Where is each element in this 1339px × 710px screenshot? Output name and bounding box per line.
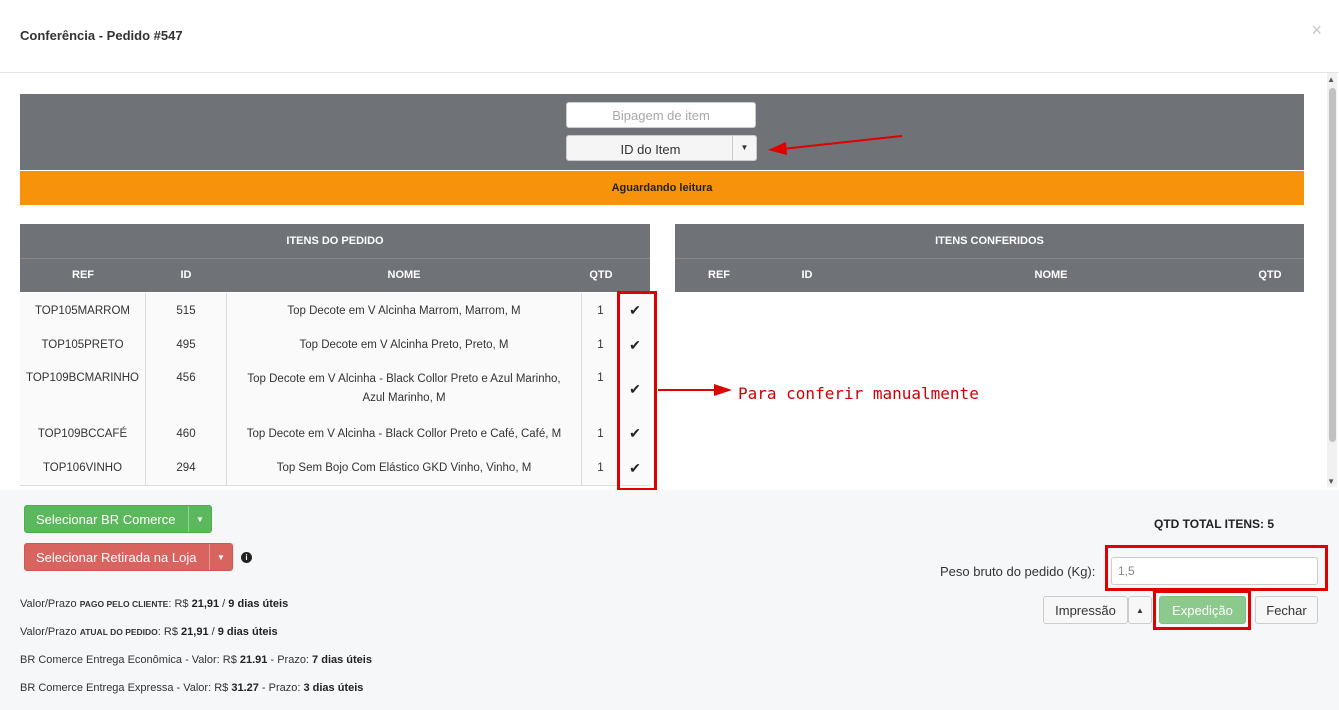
shipping-slash: / bbox=[208, 626, 218, 638]
cell-ref: TOP105PRETO bbox=[20, 328, 146, 362]
cell-name: Top Sem Bojo Com Elástico GKD Vinho, Vin… bbox=[227, 451, 582, 485]
shipping-mid: - Prazo: bbox=[258, 682, 304, 694]
shipping-tag: ATUAL DO PEDIDO bbox=[79, 627, 158, 637]
scan-mode-value: ID do Item bbox=[620, 142, 681, 157]
shipping-days: 7 dias úteis bbox=[312, 654, 372, 666]
annotation-note: Para conferir manualmente bbox=[738, 384, 979, 403]
select-pickup-button[interactable]: Selecionar Retirada na Loja ▼ bbox=[24, 543, 233, 571]
shipping-sep: : R$ bbox=[157, 626, 182, 638]
shipping-days: 3 dias úteis bbox=[303, 682, 364, 694]
scrollbar-thumb[interactable] bbox=[1329, 88, 1336, 442]
modal-header: Conferência - Pedido #547 × bbox=[0, 0, 1339, 73]
caret-down-icon[interactable]: ▼ bbox=[188, 506, 211, 532]
cell-ref: TOP109BCCAFÉ bbox=[20, 416, 146, 451]
shipping-economy: BR Comerce Entrega Econômica - Valor: R$… bbox=[20, 654, 372, 666]
shipping-label: BR Comerce Entrega Econômica - Valor: R$ bbox=[20, 654, 240, 666]
annotation-box-weight bbox=[1105, 545, 1328, 591]
scroll-down-arrow-icon[interactable]: ▼ bbox=[1327, 477, 1335, 486]
close-label: Fechar bbox=[1266, 603, 1307, 618]
item-scan-input[interactable] bbox=[566, 102, 756, 128]
column-header-id: ID bbox=[801, 269, 813, 281]
cell-qty: 1 bbox=[582, 416, 620, 451]
table-row: TOP105MARROM 515 Top Decote em V Alcinha… bbox=[20, 293, 650, 329]
close-icon[interactable]: × bbox=[1311, 20, 1322, 41]
column-header-qty: QTD bbox=[589, 269, 613, 281]
cell-ref: TOP109BCMARINHO bbox=[20, 362, 146, 416]
column-header-id: ID bbox=[180, 269, 192, 281]
annotation-box-checks bbox=[617, 291, 657, 491]
info-icon[interactable]: i bbox=[241, 552, 252, 563]
print-label: Impressão bbox=[1055, 603, 1116, 618]
table-row: TOP109BCCAFÉ 460 Top Decote em V Alcinha… bbox=[20, 416, 650, 452]
scan-panel: ID do Item ▼ bbox=[20, 94, 1304, 170]
shipping-label: Valor/Prazo bbox=[20, 626, 80, 638]
select-carrier-button[interactable]: Selecionar BR Comerce ▼ bbox=[24, 505, 212, 533]
close-button[interactable]: Fechar bbox=[1255, 596, 1318, 624]
shipping-value: 21,91 bbox=[191, 598, 220, 610]
shipping-express: BR Comerce Entrega Expressa - Valor: R$ … bbox=[20, 682, 363, 694]
annotation-box-dispatch bbox=[1153, 590, 1251, 630]
cell-qty: 1 bbox=[582, 293, 620, 328]
scan-mode-select[interactable]: ID do Item ▼ bbox=[566, 135, 757, 161]
order-items-header: ITENS DO PEDIDO REF ID NOME QTD bbox=[20, 224, 650, 292]
scan-status-bar: Aguardando leitura bbox=[20, 171, 1304, 205]
checked-items-title: ITENS CONFERIDOS bbox=[675, 224, 1304, 259]
column-header-ref: REF bbox=[708, 269, 730, 281]
shipping-current-order: Valor/Prazo ATUAL DO PEDIDO: R$ 21,91 / … bbox=[20, 626, 278, 638]
shipping-days: 9 dias úteis bbox=[228, 598, 289, 610]
column-header-name: NOME bbox=[1034, 269, 1068, 281]
order-items-title: ITENS DO PEDIDO bbox=[20, 224, 650, 259]
shipping-value: 21.91 bbox=[239, 654, 268, 666]
cell-name: Top Decote em V Alcinha - Black Collor P… bbox=[227, 362, 582, 416]
cell-id: 515 bbox=[146, 293, 227, 328]
column-header-ref: REF bbox=[72, 269, 94, 281]
table-row: TOP105PRETO 495 Top Decote em V Alcinha … bbox=[20, 328, 650, 363]
shipping-paid-by-customer: Valor/Prazo PAGO PELO CLIENTE: R$ 21,91 … bbox=[20, 598, 288, 610]
cell-name: Top Decote em V Alcinha - Black Collor P… bbox=[227, 416, 582, 451]
shipping-value: 31.27 bbox=[231, 682, 259, 694]
total-items: QTD TOTAL ITENS: 5 bbox=[1154, 517, 1275, 531]
column-header-qty: QTD bbox=[1258, 269, 1282, 281]
cell-qty: 1 bbox=[582, 328, 620, 362]
cell-name: Top Decote em V Alcinha Preto, Preto, M bbox=[227, 328, 582, 362]
print-button[interactable]: Impressão bbox=[1043, 596, 1128, 624]
modal-title: Conferência - Pedido #547 bbox=[20, 28, 183, 43]
scroll-up-arrow-icon[interactable]: ▲ bbox=[1327, 75, 1335, 84]
shipping-label: BR Comerce Entrega Expressa - Valor: R$ bbox=[20, 682, 232, 694]
shipping-label: Valor/Prazo bbox=[20, 598, 80, 610]
cell-id: 294 bbox=[146, 451, 227, 485]
cell-qty: 1 bbox=[582, 451, 620, 485]
shipping-value: 21,91 bbox=[181, 626, 209, 638]
cell-qty: 1 bbox=[582, 362, 620, 416]
cell-ref: TOP106VINHO bbox=[20, 451, 146, 485]
select-pickup-label: Selecionar Retirada na Loja bbox=[36, 550, 197, 565]
cell-id: 460 bbox=[146, 416, 227, 451]
cell-ref: TOP105MARROM bbox=[20, 293, 146, 328]
checked-items-header: ITENS CONFERIDOS REF ID NOME QTD bbox=[675, 224, 1304, 292]
caret-up-icon: ▲ bbox=[1136, 606, 1144, 615]
annotation-arrow-checks bbox=[658, 384, 732, 396]
shipping-mid: - Prazo: bbox=[267, 654, 313, 666]
cell-id: 495 bbox=[146, 328, 227, 362]
cell-id-text: 456 bbox=[176, 372, 196, 384]
select-carrier-label: Selecionar BR Comerce bbox=[36, 512, 176, 527]
shipping-days: 9 dias úteis bbox=[217, 626, 278, 638]
shipping-tag: PAGO PELO CLIENTE bbox=[79, 599, 169, 609]
print-dropdown-toggle[interactable]: ▲ bbox=[1128, 596, 1152, 624]
annotation-arrow-select bbox=[768, 135, 903, 155]
cell-name: Top Decote em V Alcinha Marrom, Marrom, … bbox=[227, 293, 582, 328]
cell-id: 456 bbox=[146, 362, 227, 416]
weight-label: Peso bruto do pedido (Kg): bbox=[940, 564, 1096, 579]
caret-down-icon[interactable]: ▼ bbox=[732, 136, 756, 160]
shipping-sep: : R$ bbox=[168, 598, 192, 610]
caret-down-icon[interactable]: ▼ bbox=[209, 544, 232, 570]
shipping-slash: / bbox=[219, 598, 229, 610]
table-row: TOP109BCMARINHO 456 Top Decote em V Alci… bbox=[20, 362, 650, 417]
column-header-name: NOME bbox=[387, 269, 421, 281]
table-row: TOP106VINHO 294 Top Sem Bojo Com Elástic… bbox=[20, 451, 650, 486]
